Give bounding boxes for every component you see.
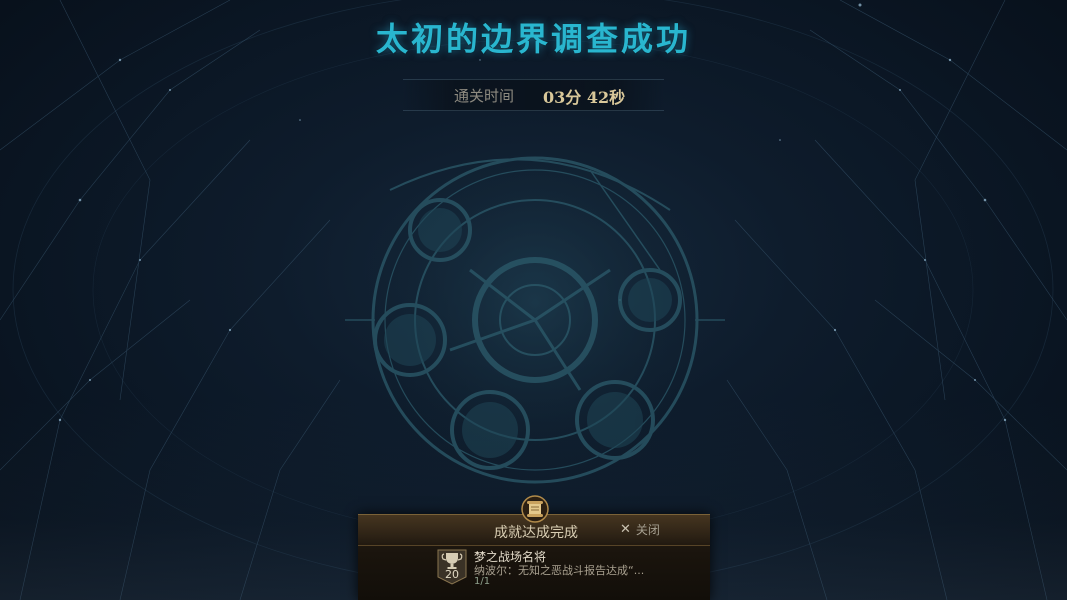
achievement-progress: 1/1	[474, 576, 491, 587]
achievement-panel: 成就达成完成 ✕ 关闭 20 梦之战场名将 纳波尔：无知之恶战斗报告达成“...…	[358, 514, 710, 600]
scroll-icon	[521, 495, 549, 523]
achievement-points: 20	[445, 568, 459, 581]
close-icon: ✕	[620, 522, 631, 537]
result-title: 太初的边界调查成功	[375, 20, 691, 58]
close-button[interactable]: ✕ 关闭	[620, 522, 660, 538]
clear-time-label: 通关时间	[454, 87, 515, 105]
dimension-emblem	[345, 150, 725, 495]
achievement-header-title: 成就达成完成	[494, 525, 578, 541]
result-screen: 太初的边界调查成功 通关时间 03分 42秒 成就达成完成 ✕ 关闭 20 梦之…	[0, 0, 1067, 600]
close-label: 关闭	[635, 523, 660, 537]
clear-time-value: 03分 42秒	[543, 88, 626, 107]
achievement-description: 纳波尔：无知之恶战斗报告达成“...	[474, 564, 645, 577]
